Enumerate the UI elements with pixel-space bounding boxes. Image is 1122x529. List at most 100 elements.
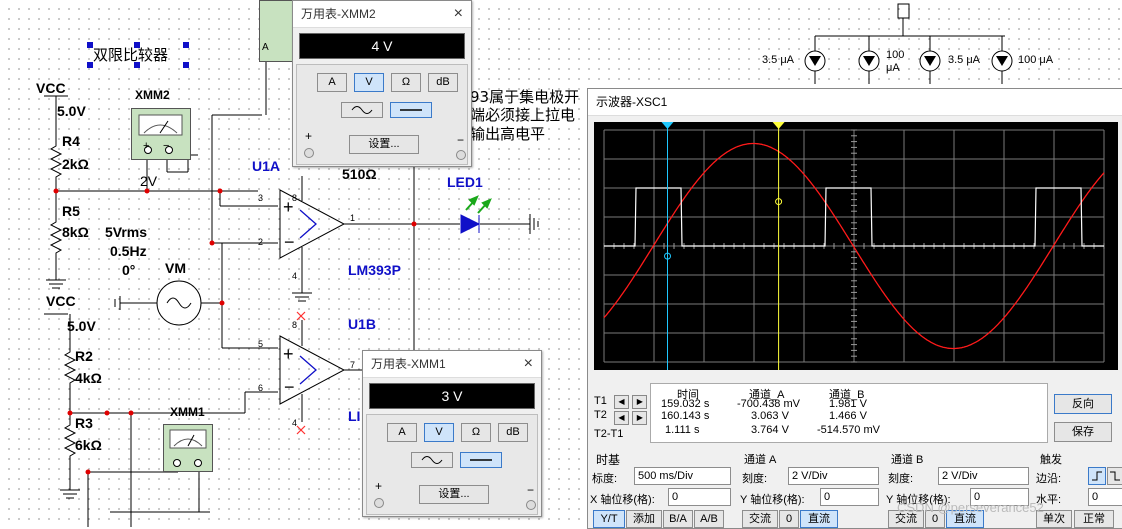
rising-edge-glyph <box>1092 471 1102 481</box>
multimeter-xmm2-window[interactable]: 万用表-XMM2 × 4 V A V Ω dB + 设置... − <box>292 0 472 167</box>
xmm2-plus-terminal: + <box>305 129 313 143</box>
r2-value: 4kΩ <box>75 370 102 386</box>
xmm1-ampere-button[interactable]: A <box>387 423 417 442</box>
r4-value: 2kΩ <box>62 156 89 172</box>
pin-4-u1b: 4 <box>292 418 298 428</box>
oscilloscope-window[interactable]: 示波器-XSC1 T1 T2 T2-T1 ◀ ▶ ◀ ▶ 时间 通道_A 通道_… <box>587 88 1122 529</box>
node-voltage-label: 2V <box>140 173 158 189</box>
lm393-label: LM393P <box>348 262 401 278</box>
u1b-label: U1B <box>348 316 377 332</box>
channel-a-zero-button[interactable]: 0 <box>779 510 799 528</box>
xmm1-settings-button[interactable]: 设置... <box>419 485 489 504</box>
watermark: CSDN @perseverance52 <box>897 500 1044 515</box>
source-amplitude: 5Vrms <box>105 224 148 240</box>
xmm2-ampere-button[interactable]: A <box>317 73 347 92</box>
reverse-button[interactable]: 反向 <box>1054 394 1112 414</box>
oscilloscope-screen[interactable] <box>594 122 1118 370</box>
xmm1-db-button[interactable]: dB <box>498 423 528 442</box>
probe-current-1: 3.5 μA <box>762 54 795 66</box>
channel-a-ypos-label: Y 轴位移(格): <box>740 494 805 506</box>
trigger-level-field[interactable]: 0 <box>1088 488 1122 506</box>
cursor-t2-marker <box>772 122 785 129</box>
xmm2-titlebar[interactable]: 万用表-XMM2 × <box>293 1 471 28</box>
xmm1-dc-button[interactable] <box>460 452 502 468</box>
xmm2-title: 万用表-XMM2 <box>301 7 376 21</box>
arrow-right-icon[interactable]: ▶ <box>632 395 648 409</box>
r3-value: 6kΩ <box>75 437 102 453</box>
terminal-circle-icon <box>304 148 314 158</box>
probe-current-2-line1: 100 <box>886 49 905 61</box>
close-icon[interactable]: × <box>524 351 533 377</box>
xmm1-ac-button[interactable] <box>411 452 453 468</box>
xmm2-symbol[interactable] <box>131 108 191 160</box>
timebase-xpos-label: X 轴位移(格): <box>590 494 655 506</box>
t2-t1-channel-a: 3.764 V <box>751 424 789 436</box>
r2-label: R2 <box>75 348 93 364</box>
source-phase: 0° <box>122 262 136 278</box>
arrow-right-icon[interactable]: ▶ <box>632 411 648 425</box>
xmm2-settings-button[interactable]: 设置... <box>349 135 419 154</box>
xmm2-ac-button[interactable] <box>341 102 383 118</box>
probe-current-3: 3.5 μA <box>948 54 981 66</box>
dc-line-icon <box>400 109 422 111</box>
probe-current-4: 100 μA <box>1018 54 1054 66</box>
pin-7: 7 <box>350 360 356 370</box>
channel-b-scale-field[interactable]: 2 V/Div <box>938 467 1029 485</box>
add-button[interactable]: 添加 <box>626 510 662 528</box>
timebase-xpos-field[interactable]: 0 <box>668 488 731 506</box>
xmm1-plus-terminal: + <box>375 479 383 493</box>
t2-arrows[interactable]: ◀ ▶ <box>614 409 648 425</box>
svg-text:+: + <box>283 344 294 364</box>
source-name: VM <box>165 260 186 276</box>
xmm2-ohm-button[interactable]: Ω <box>391 73 421 92</box>
channel-a-ac-button[interactable]: 交流 <box>742 510 778 528</box>
pin-3: 3 <box>258 193 264 203</box>
trigger-edge-label: 边沿: <box>1036 473 1062 485</box>
falling-edge-icon[interactable] <box>1107 467 1122 485</box>
channel-a-dc-button[interactable]: 直流 <box>800 510 838 528</box>
xmm2-volt-button[interactable]: V <box>354 73 384 92</box>
xmm1-titlebar[interactable]: 万用表-XMM1 × <box>363 351 541 378</box>
note-line-3: 输出高电平 <box>470 125 546 143</box>
led1-label: LED1 <box>447 174 483 190</box>
channel-b-scale-label: 刻度: <box>888 473 914 485</box>
xmm1-ohm-button[interactable]: Ω <box>461 423 491 442</box>
xmm2-db-button[interactable]: dB <box>428 73 458 92</box>
channel-a-scale-field[interactable]: 2 V/Div <box>788 467 879 485</box>
channel-b-label: 通道 B <box>891 454 924 466</box>
rising-edge-icon[interactable] <box>1088 467 1106 485</box>
xmm1-symbol[interactable] <box>163 424 213 472</box>
oscilloscope-title: 示波器-XSC1 <box>596 95 668 109</box>
xmm1-minus-terminal: − <box>527 483 535 497</box>
oscilloscope-titlebar[interactable]: 示波器-XSC1 <box>588 89 1122 116</box>
pin-6: 6 <box>258 383 264 393</box>
close-icon[interactable]: × <box>454 1 463 27</box>
falling-edge-glyph <box>1110 471 1120 481</box>
yt-button[interactable]: Y/T <box>593 510 625 528</box>
normal-button[interactable]: 正常 <box>1074 510 1114 528</box>
timebase-scale-field[interactable]: 500 ms/Div <box>634 467 731 485</box>
t2-channel-a: 3.063 V <box>751 410 789 422</box>
xmm2-label: XMM2 <box>135 88 170 102</box>
multimeter-xmm1-window[interactable]: 万用表-XMM1 × 3 V A V Ω dB + 设置... − <box>362 350 542 517</box>
save-button[interactable]: 保存 <box>1054 422 1112 442</box>
circuit-title[interactable]: 双限比较器 <box>93 44 168 65</box>
pin-1: 1 <box>350 213 356 223</box>
xmm1-volt-button[interactable]: V <box>424 423 454 442</box>
arrow-left-icon[interactable]: ◀ <box>614 395 629 409</box>
channel-a-ypos-field[interactable]: 0 <box>820 488 879 506</box>
ba-button[interactable]: B/A <box>663 510 693 528</box>
xmm2-dc-button[interactable] <box>390 102 432 118</box>
meter-face-icon <box>169 429 207 467</box>
t1-label: T1 <box>594 395 607 407</box>
ac-wave-icon <box>421 456 443 464</box>
t2-time: 160.143 s <box>661 410 710 422</box>
pin-5: 5 <box>258 339 264 349</box>
arrow-left-icon[interactable]: ◀ <box>614 411 629 425</box>
xmm2-minus-terminal: − <box>457 133 465 147</box>
pin-8-u1a: 8 <box>292 193 298 203</box>
t1-arrows[interactable]: ◀ ▶ <box>614 393 648 409</box>
ab-button[interactable]: A/B <box>694 510 724 528</box>
probe-a-label: A <box>262 42 269 53</box>
t1-channel-a: -700.438 mV <box>737 398 800 410</box>
